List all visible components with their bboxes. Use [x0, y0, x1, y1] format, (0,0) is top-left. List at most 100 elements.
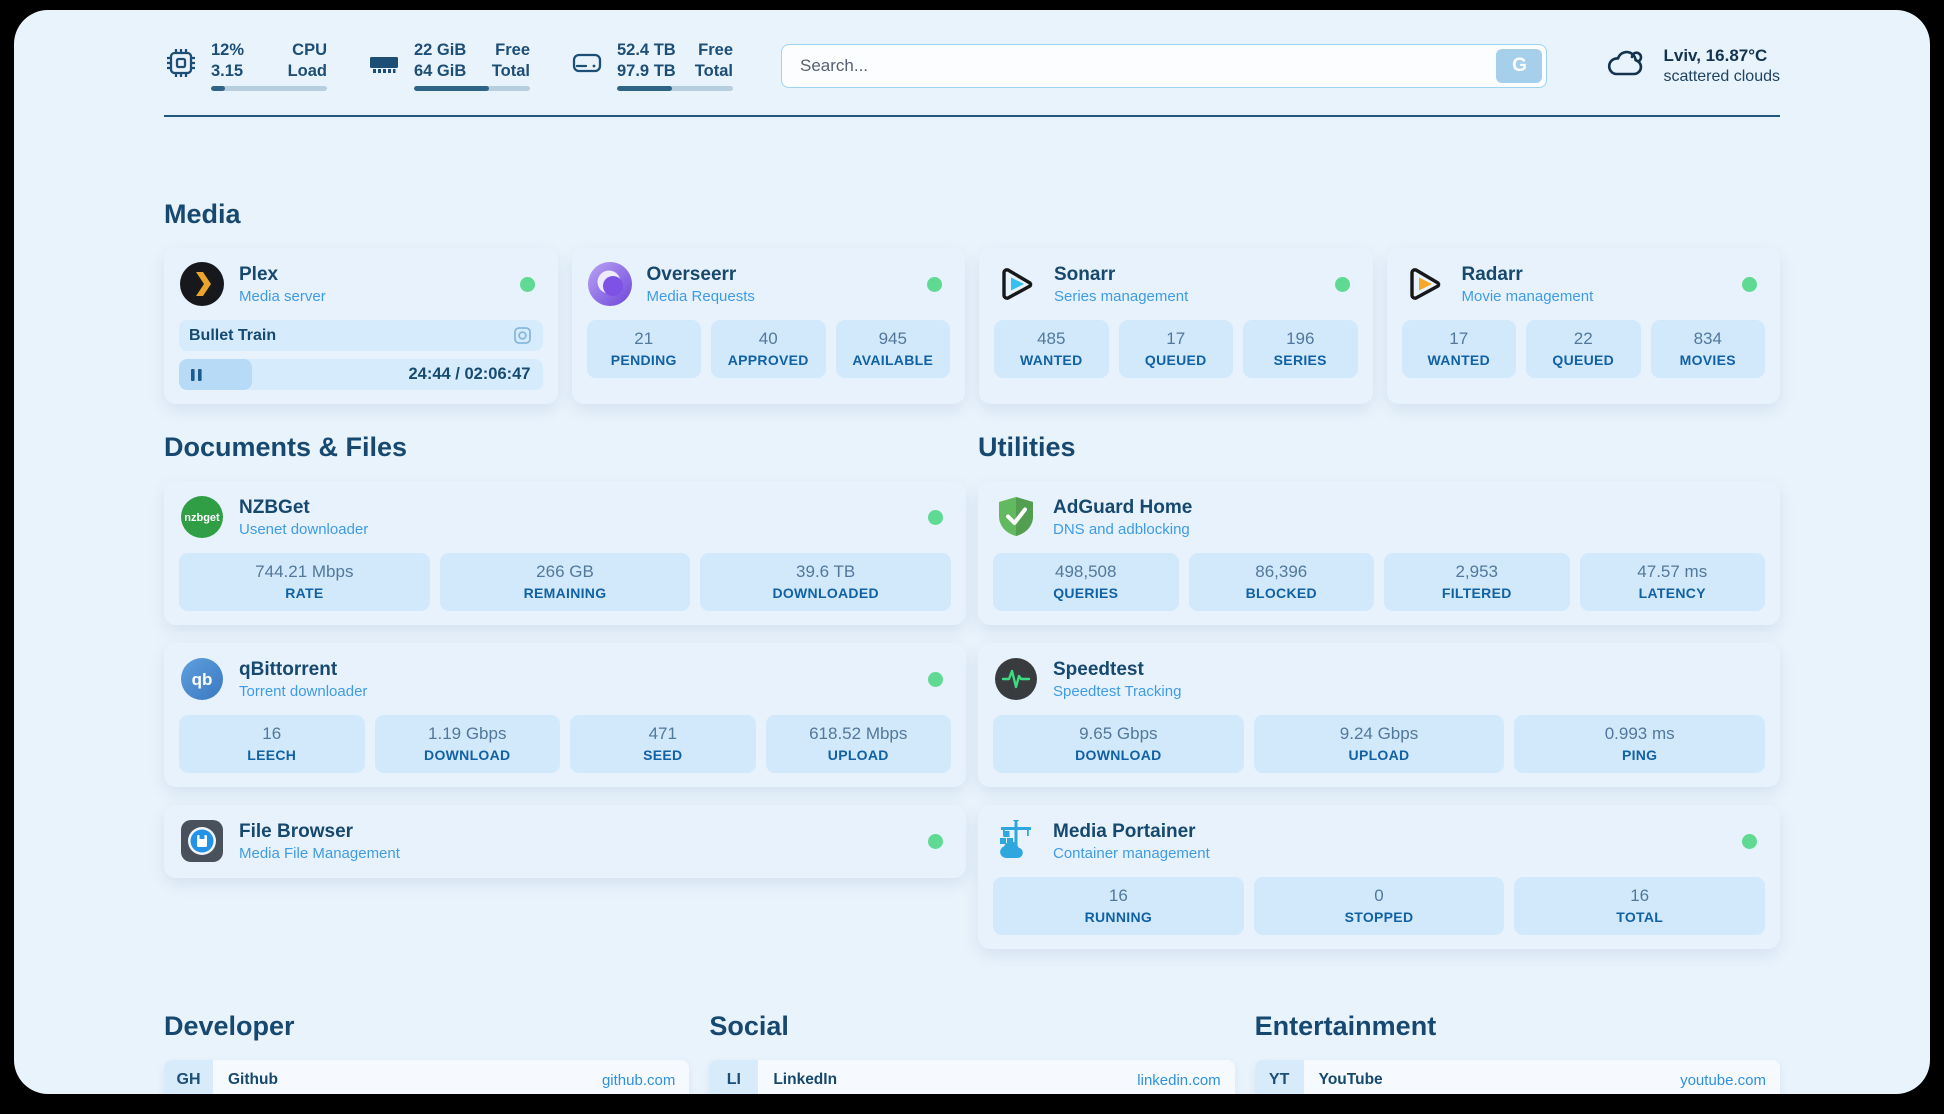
status-dot [1335, 277, 1350, 292]
stat-tile: 945AVAILABLE [836, 320, 951, 378]
disk-free-label: Free [698, 40, 733, 61]
svg-text:qb: qb [192, 670, 213, 689]
app-card-adguard[interactable]: AdGuard Home DNS and adblocking 498,508Q… [978, 481, 1780, 625]
stat-tile: 9.24 GbpsUPLOAD [1254, 715, 1505, 773]
stat-tile: 16RUNNING [993, 877, 1244, 935]
status-dot [1742, 277, 1757, 292]
portainer-icon [993, 818, 1039, 864]
stat-tile: 17QUEUED [1119, 320, 1234, 378]
search-engine-button[interactable]: G [1496, 49, 1542, 83]
app-title: File Browser [239, 820, 400, 844]
github-abbr-icon: GH [164, 1060, 213, 1094]
app-title: Plex [239, 263, 326, 287]
disk-progress-fill [617, 86, 672, 91]
stat-tile: 485WANTED [994, 320, 1109, 378]
search-input[interactable] [781, 44, 1547, 88]
stat-tile: 266 GBREMAINING [440, 553, 691, 611]
link-row-youtube[interactable]: YT YouTube youtube.com [1255, 1060, 1780, 1094]
app-card-sonarr[interactable]: Sonarr Series management 485WANTED 17QUE… [979, 248, 1373, 404]
stat-tile: 21PENDING [587, 320, 702, 378]
stat-tile: 39.6 TBDOWNLOADED [700, 553, 951, 611]
social-links: Social LI LinkedIn linkedin.com TW Twitt… [709, 1011, 1234, 1094]
utilities-column: Utilities AdGuard Home DNS and adblockin… [978, 432, 1780, 949]
cpu-stat: 12%CPU 3.15Load [164, 40, 327, 91]
cpu-icon [164, 46, 198, 85]
disk-icon [570, 46, 604, 85]
stat-tile: 17WANTED [1402, 320, 1517, 378]
app-subtitle: Media Requests [647, 287, 755, 306]
stat-tile: 618.52 MbpsUPLOAD [766, 715, 952, 773]
overseerr-icon [587, 261, 633, 307]
playback-progress: 24:44 / 02:06:47 [179, 359, 543, 390]
app-card-portainer[interactable]: Media Portainer Container management 16R… [978, 805, 1780, 949]
radarr-icon [1402, 261, 1448, 307]
cpu-load-label: Load [288, 61, 327, 82]
qbittorrent-icon: qb [179, 656, 225, 702]
section-title-developer: Developer [164, 1011, 689, 1042]
stat-tile: 86,396BLOCKED [1189, 553, 1375, 611]
section-title-social: Social [709, 1011, 1234, 1042]
youtube-abbr-icon: YT [1255, 1060, 1304, 1094]
media-details-icon[interactable] [512, 325, 533, 346]
app-subtitle: DNS and adblocking [1053, 520, 1192, 539]
app-card-qbittorrent[interactable]: qb qBittorrent Torrent downloader 16LEEC… [164, 643, 966, 787]
documents-column: Documents & Files nzbget NZBGet Usenet d… [164, 432, 966, 949]
pause-icon [190, 368, 203, 382]
status-dot [927, 277, 942, 292]
status-dot [928, 510, 943, 525]
app-card-speedtest[interactable]: Speedtest Speedtest Tracking 9.65 GbpsDO… [978, 643, 1780, 787]
cpu-load: 3.15 [211, 61, 243, 82]
developer-links: Developer GH Github github.com SO StackO… [164, 1011, 689, 1094]
app-title: Media Portainer [1053, 820, 1210, 844]
ram-progress-fill [414, 86, 489, 91]
playback-time: 24:44 / 02:06:47 [408, 359, 530, 390]
app-title: AdGuard Home [1053, 496, 1192, 520]
disk-free: 52.4 TB [617, 40, 676, 61]
stat-tile: 471SEED [570, 715, 756, 773]
dashboard-panel: 12%CPU 3.15Load 22 GiBFree 64 GiBTotal [14, 10, 1930, 1094]
app-title: qBittorrent [239, 658, 367, 682]
stat-tile: 9.65 GbpsDOWNLOAD [993, 715, 1244, 773]
adguard-icon [993, 494, 1039, 540]
app-card-nzbget[interactable]: nzbget NZBGet Usenet downloader 744.21 M… [164, 481, 966, 625]
app-title: Speedtest [1053, 658, 1181, 682]
now-playing-title: Bullet Train [189, 327, 276, 345]
plex-icon [179, 261, 225, 307]
weather-widget: Lviv, 16.87°C scattered clouds [1603, 43, 1780, 88]
status-dot [928, 834, 943, 849]
weather-condition: scattered clouds [1663, 66, 1780, 87]
link-row-github[interactable]: GH Github github.com [164, 1060, 689, 1094]
stat-tile: 498,508QUERIES [993, 553, 1179, 611]
stat-tile: 196SERIES [1243, 320, 1358, 378]
disk-progress-track [617, 86, 733, 91]
app-card-overseerr[interactable]: Overseerr Media Requests 21PENDING 40APP… [572, 248, 966, 404]
ram-free-label: Free [495, 40, 530, 61]
stat-tile: 834MOVIES [1651, 320, 1766, 378]
entertainment-links: Entertainment YT YouTube youtube.com NF … [1255, 1011, 1780, 1094]
disk-total: 97.9 TB [617, 61, 676, 82]
cpu-usage: 12% [211, 40, 244, 61]
header-divider [164, 115, 1780, 117]
ram-stat: 22 GiBFree 64 GiBTotal [367, 40, 530, 91]
svg-text:nzbget: nzbget [184, 512, 220, 524]
app-title: NZBGet [239, 496, 368, 520]
filebrowser-icon [179, 818, 225, 864]
sonarr-icon [994, 261, 1040, 307]
stat-tile: 16LEECH [179, 715, 365, 773]
ram-total: 64 GiB [414, 61, 466, 82]
app-card-radarr[interactable]: Radarr Movie management 17WANTED 22QUEUE… [1387, 248, 1781, 404]
now-playing-row: Bullet Train [179, 320, 543, 351]
app-title: Radarr [1462, 263, 1594, 287]
app-title: Sonarr [1054, 263, 1188, 287]
link-row-linkedin[interactable]: LI LinkedIn linkedin.com [709, 1060, 1234, 1094]
app-card-filebrowser[interactable]: File Browser Media File Management [164, 805, 966, 878]
media-card-grid: Plex Media server Bullet Train 24:44 / 0… [164, 248, 1780, 404]
disk-stat: 52.4 TBFree 97.9 TBTotal [570, 40, 733, 91]
app-subtitle: Series management [1054, 287, 1188, 306]
app-card-plex[interactable]: Plex Media server Bullet Train 24:44 / 0… [164, 248, 558, 404]
nzbget-icon: nzbget [179, 494, 225, 540]
cpu-progress-track [211, 86, 327, 91]
app-title: Overseerr [647, 263, 755, 287]
section-title-documents: Documents & Files [164, 432, 966, 463]
status-dot [928, 672, 943, 687]
